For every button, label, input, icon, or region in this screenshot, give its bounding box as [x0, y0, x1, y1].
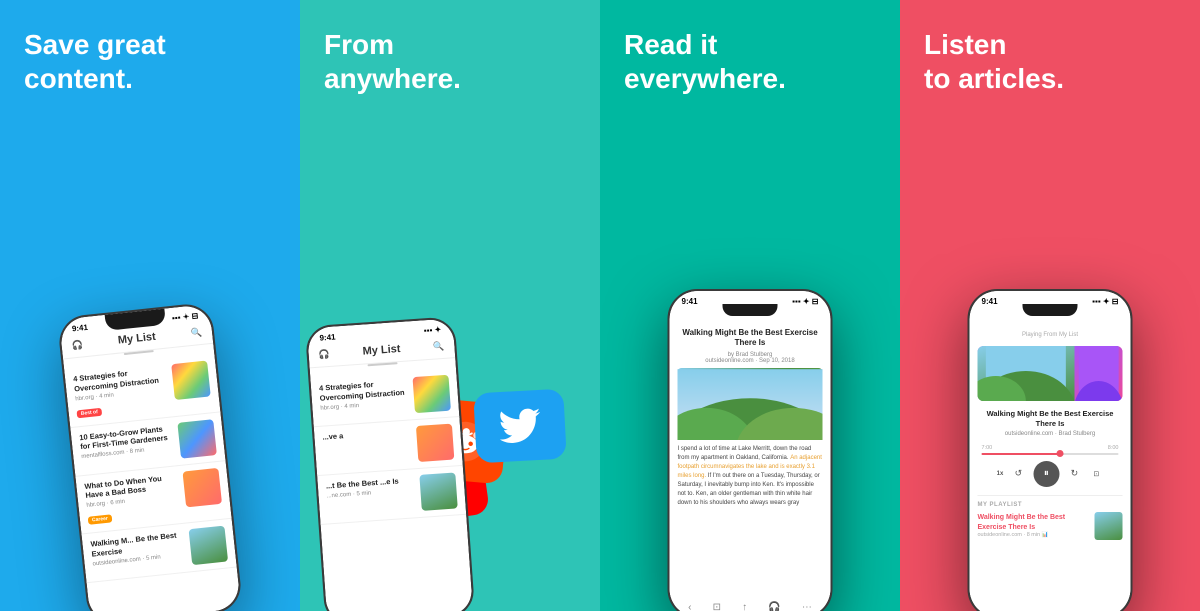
cover-side-img	[1074, 346, 1122, 401]
signal-icons: ▪▪▪ ✦ ⊟	[172, 311, 199, 323]
article-screen: Walking Might Be the Best Exercise There…	[670, 320, 831, 611]
panel-save: Save great content. 9:41 ▪▪▪ ✦ ⊟ 🎧 My Li…	[0, 0, 300, 611]
phone-frame-3: 9:41 ▪▪▪ ✦ ⊟ Walking Might Be the Best E…	[668, 289, 833, 611]
audio-source: outsideonline.com · Brad Stulberg	[978, 431, 1123, 437]
save-title-line1: Save great	[24, 29, 166, 60]
audio-screen: Playing From My List	[970, 320, 1131, 611]
more-icon[interactable]: ⋯	[802, 602, 812, 611]
highlighted-text: An adjacent footpath circumnavigates the…	[678, 455, 822, 479]
search-icon[interactable]: 🔍	[190, 326, 202, 338]
bars-icon: 📊	[1042, 532, 1049, 538]
list-item-text: What to Do When You Have a Bad Boss hbr.…	[84, 472, 181, 527]
panel-listen: Listen to articles. 9:41 ▪▪▪ ✦ ⊟ Playing…	[900, 0, 1200, 611]
panel-save-title: Save great content.	[24, 28, 166, 95]
from-title-line2: anywhere.	[324, 63, 461, 94]
archive-button[interactable]: ⊡	[1089, 467, 1103, 481]
phone-mockup-2: 9:41 ▪▪▪ ✦ 🎧 My List 🔍 4 Strategies for …	[315, 321, 465, 611]
playlist-label: MY PLAYLIST	[978, 502, 1123, 508]
progress-bar[interactable]	[982, 453, 1119, 455]
item-thumbnail	[171, 360, 211, 400]
rewind-button[interactable]: ↺	[1011, 467, 1025, 481]
list-item-text: 4 Strategies for Overcoming Distraction …	[73, 365, 170, 420]
time-4: 9:41	[982, 297, 998, 306]
archive-icon[interactable]: ⊡	[713, 602, 721, 611]
panel-from-title: From anywhere.	[324, 28, 461, 95]
playlist-item-title: Walking Might Be the Best Exercise There…	[978, 513, 1090, 531]
listen-title-line1: Listen	[924, 29, 1006, 60]
list-item-4[interactable]: ...t Be the Best ...e Is ...ne.com · 5 m…	[317, 466, 466, 525]
phone-frame-4: 9:41 ▪▪▪ ✦ ⊟ Playing From My List	[968, 289, 1133, 611]
item-thumbnail	[182, 467, 222, 507]
playing-label: Playing From My List	[978, 332, 1123, 338]
signal-3: ▪▪▪ ✦ ⊟	[792, 297, 818, 306]
audio-cover	[978, 346, 1123, 401]
bottom-nav: ‹ ⊡ ↑ 🎧 ⋯	[670, 602, 831, 611]
article-image	[678, 368, 823, 440]
thumb-3	[416, 424, 454, 462]
back-icon[interactable]: ‹	[688, 602, 691, 611]
playlist-section: MY PLAYLIST Walking Might Be the Best Ex…	[978, 495, 1123, 540]
playlist-thumbnail	[1095, 512, 1123, 540]
listen-title-line2: to articles.	[924, 63, 1064, 94]
article-byline: by Brad Stulbergoutsideonline.com · Sep …	[678, 352, 823, 364]
playlist-item-info: Walking Might Be the Best Exercise There…	[978, 513, 1090, 537]
notch-4	[1023, 304, 1078, 316]
twitter-card	[473, 389, 567, 464]
pause-button[interactable]: ⏸	[1033, 461, 1059, 487]
time-display: 9:41	[71, 323, 88, 334]
item-thumbnail	[177, 419, 217, 459]
twitter-icon	[498, 408, 542, 444]
search-icon-2[interactable]: 🔍	[433, 340, 445, 352]
phone-frame: 9:41 ▪▪▪ ✦ 🎧 My List 🔍 4 Strategies for …	[305, 316, 476, 611]
read-title-line2: everywhere.	[624, 63, 786, 94]
panel-listen-title: Listen to articles.	[924, 28, 1064, 95]
panel-read: Read it everywhere. 9:41 ▪▪▪ ✦ ⊟ Walking…	[600, 0, 900, 611]
progress-fill	[982, 453, 1064, 455]
phone-mockup-1: 9:41 ▪▪▪ ✦ ⊟ 🎧 My List 🔍 4 Strategies fo…	[73, 309, 228, 611]
phone-screen-1: 9:41 ▪▪▪ ✦ ⊟ 🎧 My List 🔍 4 Strategies fo…	[59, 304, 241, 611]
article-title: Walking Might Be the Best Exercise There…	[678, 328, 823, 349]
cover-main	[978, 346, 1075, 401]
audio-controls: 1x ↺ ⏸ ↻ ⊡	[978, 461, 1123, 487]
time-3: 9:41	[682, 297, 698, 306]
time-total: 8:00	[1108, 445, 1119, 451]
list-item-text: 10 Easy-to-Grow Plants for First-Time Ga…	[79, 423, 174, 460]
cover-landscape	[978, 346, 1075, 401]
progress-thumb	[1057, 450, 1064, 457]
article-body: I spend a lot of time at Lake Merritt, d…	[678, 445, 823, 508]
cover-side	[1074, 346, 1122, 401]
signal-4: ▪▪▪ ✦ ⊟	[1092, 297, 1118, 306]
thumb-4	[419, 472, 457, 510]
panel-read-title: Read it everywhere.	[624, 28, 786, 95]
landscape-illustration	[678, 368, 823, 440]
playlist-item[interactable]: Walking Might Be the Best Exercise There…	[978, 512, 1123, 540]
time-current: 7:00	[982, 445, 993, 451]
tag-best-of: Best of	[76, 407, 102, 418]
headphones-icon-3[interactable]: 🎧	[768, 602, 780, 611]
signal-2: ▪▪▪ ✦	[424, 325, 442, 335]
progress-times: 7:00 8:00	[982, 445, 1119, 451]
panel-from: From anywhere. 9:41 ▪▪▪ ✦ 🎧 My List 🔍 4 …	[300, 0, 600, 611]
notch-3	[723, 304, 778, 316]
share-icon[interactable]: ↑	[742, 602, 747, 611]
tag-career: Career	[88, 514, 113, 524]
headphones-icon-2: 🎧	[318, 348, 330, 360]
time-2: 9:41	[319, 332, 336, 342]
list-title-2: My List	[329, 341, 433, 360]
phone-mockup-4: 9:41 ▪▪▪ ✦ ⊟ Playing From My List	[968, 289, 1133, 611]
from-title-line1: From	[324, 29, 394, 60]
forward-button[interactable]: ↻	[1067, 467, 1081, 481]
read-title-line1: Read it	[624, 29, 717, 60]
audio-title: Walking Might Be the Best Exercise There…	[978, 409, 1123, 429]
playlist-item-meta: outsideonline.com · 8 min 📊	[978, 532, 1090, 538]
progress-container: 7:00 8:00	[978, 445, 1123, 455]
list-item-text: Walking M... Be the Best Exercise outsid…	[90, 530, 185, 567]
phone-mockup-3: 9:41 ▪▪▪ ✦ ⊟ Walking Might Be the Best E…	[668, 289, 833, 611]
save-title-line2: content.	[24, 63, 133, 94]
item-thumbnail	[189, 526, 229, 566]
speed-button[interactable]: 1x	[997, 471, 1004, 477]
thumb-2	[413, 375, 451, 413]
